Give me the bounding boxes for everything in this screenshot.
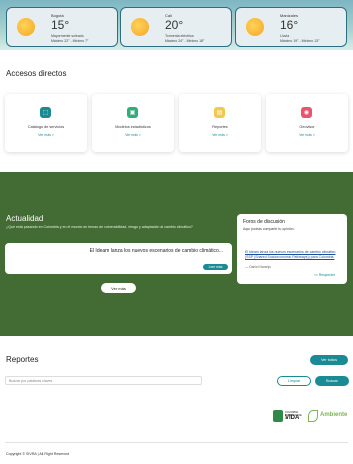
footer-divider xyxy=(5,442,348,443)
weather-description: Lluvia xyxy=(280,34,290,38)
chart-icon: ▣ xyxy=(127,107,138,118)
ver-todos-button[interactable]: Ver todos xyxy=(310,355,348,365)
weather-range: Máximo 24° - Mínimo 18° xyxy=(165,39,205,43)
shortcut-more-link[interactable]: Ver más > xyxy=(179,133,261,137)
search-input[interactable] xyxy=(5,376,202,385)
weather-temp: 20° xyxy=(165,18,184,32)
shortcut-card-reportes[interactable]: ▤ Reportes Ver más > xyxy=(179,94,261,152)
shortcut-card-catalogo[interactable]: ⬚ Catálogo de servicios Ver más > xyxy=(5,94,87,152)
colombia-vida-logo: COLOMBIA POTENCIA DE LA VIDA xyxy=(273,408,305,424)
weather-description: Mayormente soleado xyxy=(51,34,84,38)
actualidad-title: Actualidad xyxy=(6,214,44,223)
forum-title: Foros de discusión xyxy=(243,219,285,225)
colombia-vida-word: VIDA xyxy=(285,415,300,421)
shortcut-card-geovisor[interactable]: ◉ Geovisor Ver más > xyxy=(266,94,348,152)
sun-icon xyxy=(131,18,149,36)
colombia-vida-mark xyxy=(273,410,283,422)
shortcut-label: Reportes xyxy=(212,125,228,129)
clear-button[interactable]: Limpiar xyxy=(277,376,311,386)
leaf-icon xyxy=(308,410,318,422)
shortcut-card-modelos[interactable]: ▣ Modelos estadísticos Ver más > xyxy=(92,94,174,152)
report-icon: ▤ xyxy=(214,107,225,118)
reportes-title: Reportes xyxy=(6,355,39,364)
catalog-icon: ⬚ xyxy=(40,107,51,118)
weather-description: Tormenta eléctrica xyxy=(165,34,194,38)
sun-icon xyxy=(246,18,264,36)
copyright: Copyright © SIVRA | All Right Reserved xyxy=(6,452,70,456)
weather-strip: Bogotá 15° Mayormente soleado Máximo 22°… xyxy=(0,0,353,50)
shortcut-more-link[interactable]: Ver más > xyxy=(5,133,87,137)
shortcut-more-link[interactable]: Ver más > xyxy=(92,133,174,137)
forum-card: Foros de discusión Aquí podrás compartir… xyxy=(237,214,347,284)
news-headline: El Ideam lanza los nuevos escenarios de … xyxy=(89,248,223,254)
weather-range: Máximo 22° - Mínimo 7° xyxy=(51,39,89,43)
forum-reply-link[interactable]: << Responder xyxy=(314,273,335,277)
ambiente-word: Ambiente xyxy=(320,412,348,418)
read-more-button[interactable]: Leer más xyxy=(203,264,228,270)
forum-topic-link[interactable]: El Ideam lanza los nuevos escenarios de … xyxy=(245,250,340,259)
weather-temp: 16° xyxy=(280,18,299,32)
map-pin-icon: ◉ xyxy=(301,107,312,118)
news-card: El Ideam lanza los nuevos escenarios de … xyxy=(5,243,232,274)
shortcut-label: Modelos estadísticos xyxy=(115,125,151,129)
sun-icon xyxy=(17,18,35,36)
actualidad-subtitle: ¿Qué está pasando en Colombia y en el mu… xyxy=(6,225,193,229)
search-button[interactable]: Buscar xyxy=(315,376,349,386)
weather-card-manizales: Manizales 16° Lluvia Máximo 19° - Mínimo… xyxy=(235,7,347,47)
ver-mas-button[interactable]: Ver más xyxy=(101,283,136,293)
forum-author: — Daniel Naranjo xyxy=(245,265,272,269)
shortcut-label: Catálogo de servicios xyxy=(27,125,65,129)
ambiente-logo: Ambiente xyxy=(308,408,348,424)
shortcut-more-link[interactable]: Ver más > xyxy=(266,133,348,137)
weather-temp: 15° xyxy=(51,18,70,32)
forum-subtitle: Aquí podrás compartir tu opinión. xyxy=(243,227,295,231)
weather-card-cali: Cali 20° Tormenta eléctrica Máximo 24° -… xyxy=(120,7,232,47)
weather-range: Máximo 19° - Mínimo 13° xyxy=(280,39,320,43)
weather-card-bogota: Bogotá 15° Mayormente soleado Máximo 22°… xyxy=(6,7,118,47)
shortcut-label: Geovisor xyxy=(299,125,315,129)
accesos-title: Accesos directos xyxy=(6,69,67,78)
